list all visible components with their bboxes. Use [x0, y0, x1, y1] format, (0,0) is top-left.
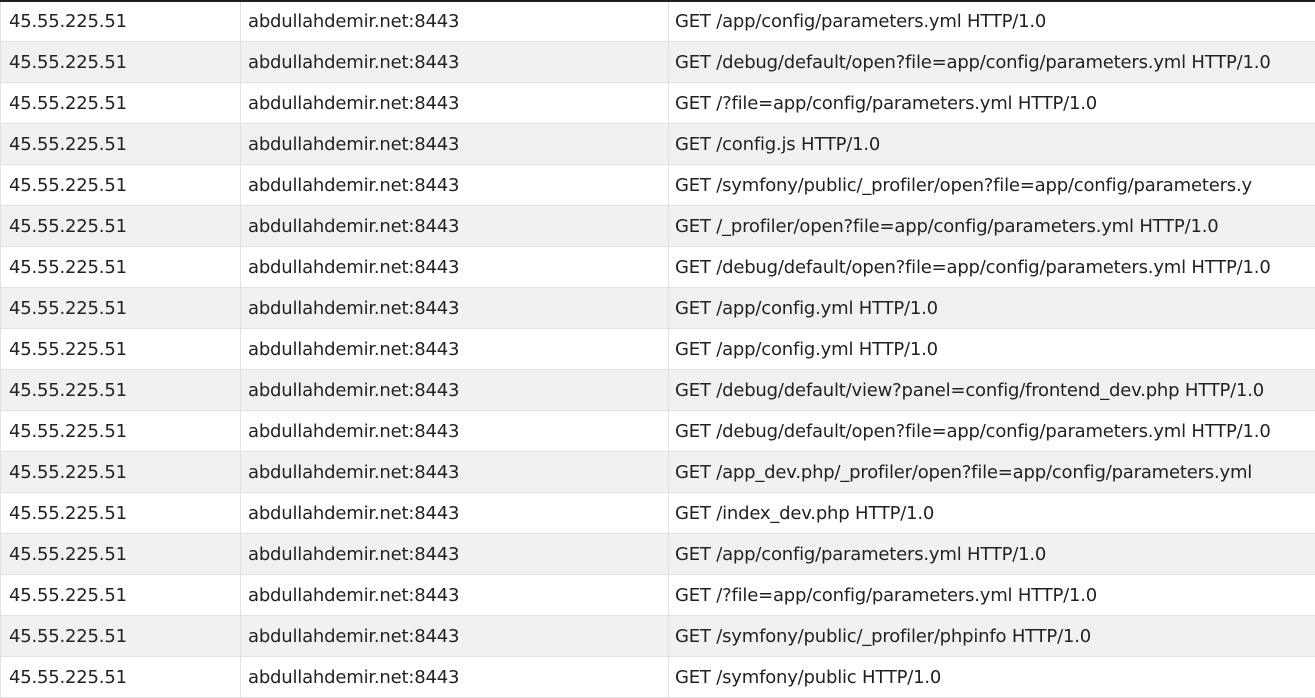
ip-cell: 45.55.225.51: [1, 616, 241, 656]
ip-cell: 45.55.225.51: [1, 288, 241, 328]
ip-cell: 45.55.225.51: [1, 247, 241, 287]
ip-cell: 45.55.225.51: [1, 124, 241, 164]
table-row[interactable]: 45.55.225.51 abdullahdemir.net:8443 GET …: [0, 83, 1315, 124]
host-cell: abdullahdemir.net:8443: [241, 83, 669, 123]
table-row[interactable]: 45.55.225.51 abdullahdemir.net:8443 GET …: [0, 329, 1315, 370]
table-row[interactable]: 45.55.225.51 abdullahdemir.net:8443 GET …: [0, 42, 1315, 83]
request-cell: GET /app/config/parameters.yml HTTP/1.0: [675, 543, 1047, 565]
table-row[interactable]: 45.55.225.51 abdullahdemir.net:8443 GET …: [0, 165, 1315, 206]
host-cell: abdullahdemir.net:8443: [241, 493, 669, 533]
host-cell: abdullahdemir.net:8443: [241, 288, 669, 328]
ip-cell: 45.55.225.51: [1, 83, 241, 123]
request-cell: GET /app/config.yml HTTP/1.0: [675, 338, 938, 360]
host-cell: abdullahdemir.net:8443: [241, 329, 669, 369]
request-cell: GET /symfony/public HTTP/1.0: [675, 666, 942, 688]
table-row[interactable]: 45.55.225.51 abdullahdemir.net:8443 GET …: [0, 2, 1315, 42]
table-row[interactable]: 45.55.225.51 abdullahdemir.net:8443 GET …: [0, 493, 1315, 534]
table-row[interactable]: 45.55.225.51 abdullahdemir.net:8443 GET …: [0, 411, 1315, 452]
ip-cell: 45.55.225.51: [1, 370, 241, 410]
ip-cell: 45.55.225.51: [1, 657, 241, 697]
ip-cell: 45.55.225.51: [1, 42, 241, 82]
ip-cell: 45.55.225.51: [1, 452, 241, 492]
request-cell: GET /debug/default/open?file=app/config/…: [675, 256, 1271, 278]
host-cell: abdullahdemir.net:8443: [241, 411, 669, 451]
table-row[interactable]: 45.55.225.51 abdullahdemir.net:8443 GET …: [0, 452, 1315, 493]
ip-cell: 45.55.225.51: [1, 493, 241, 533]
host-cell: abdullahdemir.net:8443: [241, 206, 669, 246]
table-row[interactable]: 45.55.225.51 abdullahdemir.net:8443 GET …: [0, 124, 1315, 165]
host-cell: abdullahdemir.net:8443: [241, 165, 669, 205]
ip-cell: 45.55.225.51: [1, 206, 241, 246]
host-cell: abdullahdemir.net:8443: [241, 452, 669, 492]
ip-cell: 45.55.225.51: [1, 329, 241, 369]
ip-cell: 45.55.225.51: [1, 2, 241, 41]
host-cell: abdullahdemir.net:8443: [241, 657, 669, 697]
request-cell: GET /config.js HTTP/1.0: [675, 133, 881, 155]
request-cell: GET /debug/default/open?file=app/config/…: [675, 420, 1271, 442]
table-row[interactable]: 45.55.225.51 abdullahdemir.net:8443 GET …: [0, 534, 1315, 575]
table-row[interactable]: 45.55.225.51 abdullahdemir.net:8443 GET …: [0, 247, 1315, 288]
request-cell: GET /_profiler/open?file=app/config/para…: [675, 215, 1219, 237]
host-cell: abdullahdemir.net:8443: [241, 2, 669, 41]
host-cell: abdullahdemir.net:8443: [241, 247, 669, 287]
ip-cell: 45.55.225.51: [1, 411, 241, 451]
host-cell: abdullahdemir.net:8443: [241, 575, 669, 615]
request-cell: GET /?file=app/config/parameters.yml HTT…: [675, 92, 1098, 114]
table-row[interactable]: 45.55.225.51 abdullahdemir.net:8443 GET …: [0, 206, 1315, 247]
request-cell: GET /app/config.yml HTTP/1.0: [675, 297, 938, 319]
table-row[interactable]: 45.55.225.51 abdullahdemir.net:8443 GET …: [0, 370, 1315, 411]
request-cell: GET /debug/default/open?file=app/config/…: [675, 51, 1271, 73]
request-cell: GET /?file=app/config/parameters.yml HTT…: [675, 584, 1098, 606]
request-cell: GET /symfony/public/_profiler/open?file=…: [675, 174, 1252, 196]
ip-cell: 45.55.225.51: [1, 165, 241, 205]
host-cell: abdullahdemir.net:8443: [241, 370, 669, 410]
request-cell: GET /symfony/public/_profiler/phpinfo HT…: [675, 625, 1091, 647]
request-cell: GET /index_dev.php HTTP/1.0: [675, 502, 935, 524]
table-row[interactable]: 45.55.225.51 abdullahdemir.net:8443 GET …: [0, 288, 1315, 329]
host-cell: abdullahdemir.net:8443: [241, 124, 669, 164]
host-cell: abdullahdemir.net:8443: [241, 42, 669, 82]
log-table: 45.55.225.51 abdullahdemir.net:8443 GET …: [0, 0, 1315, 698]
table-row[interactable]: 45.55.225.51 abdullahdemir.net:8443 GET …: [0, 616, 1315, 657]
request-cell: GET /app/config/parameters.yml HTTP/1.0: [675, 11, 1047, 32]
request-cell: GET /debug/default/view?panel=config/fro…: [675, 379, 1265, 401]
table-row[interactable]: 45.55.225.51 abdullahdemir.net:8443 GET …: [0, 575, 1315, 616]
request-cell: GET /app_dev.php/_profiler/open?file=app…: [675, 461, 1253, 483]
ip-cell: 45.55.225.51: [1, 534, 241, 574]
host-cell: abdullahdemir.net:8443: [241, 616, 669, 656]
host-cell: abdullahdemir.net:8443: [241, 534, 669, 574]
ip-cell: 45.55.225.51: [1, 575, 241, 615]
table-row[interactable]: 45.55.225.51 abdullahdemir.net:8443 GET …: [0, 657, 1315, 698]
